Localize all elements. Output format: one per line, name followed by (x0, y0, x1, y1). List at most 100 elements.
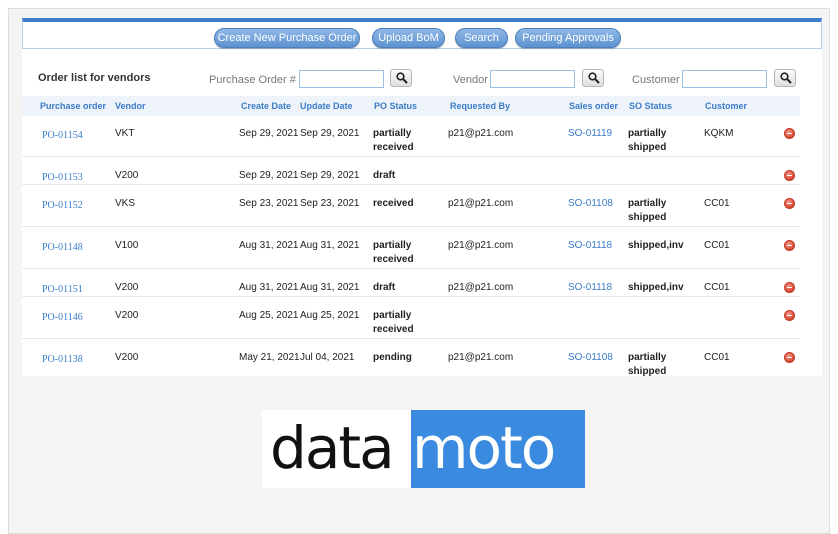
logo-text-data: data (270, 414, 395, 482)
col-po-status[interactable]: PO Status (374, 101, 417, 111)
delete-icon[interactable] (784, 282, 795, 293)
so-link[interactable]: SO-01119 (568, 127, 612, 141)
magnifier-icon (780, 72, 792, 84)
table-row: PO-01153 V200 Sep 29, 2021 Sep 29, 2021 … (22, 157, 800, 185)
po-search-button[interactable] (390, 69, 412, 87)
po-status-cell: draft (373, 282, 396, 293)
po-filter-label: Purchase Order # (209, 74, 296, 86)
po-filter-input[interactable] (299, 70, 384, 88)
requested-by-cell: p21@p21.com (448, 198, 514, 209)
so-link[interactable]: SO-01108 (568, 197, 613, 211)
col-customer[interactable]: Customer (705, 101, 747, 111)
create-date-cell: Aug 31, 2021 (239, 240, 299, 251)
po-link[interactable]: PO-01146 (42, 311, 83, 325)
create-date-cell: May 21, 2021 (239, 352, 300, 363)
customer-cell: CC01 (704, 240, 730, 251)
po-status-cell: partially received (373, 310, 414, 335)
col-create-date[interactable]: Create Date (241, 101, 291, 111)
so-status-cell: partially shipped (628, 128, 667, 153)
create-date-cell: Sep 23, 2021 (239, 198, 299, 209)
update-date-cell: Sep 29, 2021 (300, 170, 360, 181)
update-date-cell: Sep 29, 2021 (300, 128, 360, 139)
update-date-cell: Sep 23, 2021 (300, 198, 360, 209)
vendor-filter-input[interactable] (490, 70, 575, 88)
po-status-cell: partially received (373, 128, 414, 153)
delete-icon[interactable] (784, 310, 795, 321)
logo-text-moto: moto (412, 414, 556, 482)
po-status-cell: pending (373, 352, 412, 363)
po-link[interactable]: PO-01153 (42, 171, 83, 185)
delete-icon[interactable] (784, 198, 795, 209)
datamoto-logo: data moto (262, 410, 585, 488)
table-row: PO-01146 V200 Aug 25, 2021 Aug 25, 2021 … (22, 297, 800, 339)
vendor-cell: V200 (115, 352, 139, 363)
col-so-status[interactable]: SO Status (629, 101, 672, 111)
magnifier-icon (396, 72, 408, 84)
po-link[interactable]: PO-01148 (42, 241, 83, 255)
customer-filter-input[interactable] (682, 70, 767, 88)
magnifier-icon (588, 72, 600, 84)
requested-by-cell: p21@p21.com (448, 352, 514, 363)
so-status-cell: shipped,inv (628, 240, 684, 251)
so-link[interactable]: SO-01108 (568, 351, 613, 365)
requested-by-cell: p21@p21.com (448, 128, 514, 139)
pending-approvals-button[interactable]: Pending Approvals (515, 28, 621, 48)
po-status-cell: received (373, 198, 414, 209)
update-date-cell: Aug 31, 2021 (300, 240, 360, 251)
app-panel: Create New Purchase Order Upload BoM Sea… (22, 18, 822, 376)
delete-icon[interactable] (784, 240, 795, 251)
delete-icon[interactable] (784, 128, 795, 139)
po-link[interactable]: PO-01151 (42, 283, 83, 297)
requested-by-cell: p21@p21.com (448, 282, 514, 293)
vendor-filter-label: Vendor (453, 74, 488, 86)
po-link[interactable]: PO-01138 (42, 353, 83, 367)
so-status-cell: partially shipped (628, 352, 667, 376)
so-link[interactable]: SO-01118 (568, 239, 612, 253)
upload-bom-button[interactable]: Upload BoM (372, 28, 445, 48)
table-row: PO-01148 V100 Aug 31, 2021 Aug 31, 2021 … (22, 227, 800, 269)
vendor-cell: V100 (115, 240, 139, 251)
customer-cell: CC01 (704, 352, 730, 363)
po-status-cell: draft (373, 170, 396, 181)
update-date-cell: Jul 04, 2021 (300, 352, 355, 363)
customer-cell: KQKM (704, 128, 734, 139)
table-row: PO-01138 V200 May 21, 2021 Jul 04, 2021 … (22, 339, 800, 376)
create-po-button[interactable]: Create New Purchase Order (214, 28, 360, 48)
po-link[interactable]: PO-01152 (42, 199, 83, 213)
table-row: PO-01152 VKS Sep 23, 2021 Sep 23, 2021 r… (22, 185, 800, 227)
vendor-cell: VKS (115, 198, 136, 209)
create-date-cell: Sep 29, 2021 (239, 170, 299, 181)
customer-cell: CC01 (704, 198, 730, 209)
toolbar: Create New Purchase Order Upload BoM Sea… (22, 18, 822, 49)
col-vendor[interactable]: Vendor (115, 101, 146, 111)
po-status-cell: partially received (373, 240, 414, 265)
customer-filter-label: Customer (632, 74, 680, 86)
customer-search-button[interactable] (774, 69, 796, 87)
customer-cell: CC01 (704, 282, 730, 293)
so-status-cell: partially shipped (628, 198, 667, 223)
col-purchase-order[interactable]: Purchase order (40, 101, 106, 111)
so-status-cell: shipped,inv (628, 282, 684, 293)
search-button[interactable]: Search (455, 28, 508, 48)
vendor-cell: V200 (115, 282, 139, 293)
requested-by-cell: p21@p21.com (448, 240, 514, 251)
section-title: Order list for vendors (38, 72, 151, 84)
create-date-cell: Aug 31, 2021 (239, 282, 299, 293)
create-date-cell: Aug 25, 2021 (239, 310, 299, 321)
col-update-date[interactable]: Update Date (300, 101, 353, 111)
delete-icon[interactable] (784, 352, 795, 363)
col-requested-by[interactable]: Requested By (450, 101, 510, 111)
update-date-cell: Aug 31, 2021 (300, 282, 360, 293)
po-link[interactable]: PO-01154 (42, 129, 83, 143)
vendor-cell: VKT (115, 128, 135, 139)
vendor-cell: V200 (115, 170, 139, 181)
table-header: Purchase order Vendor Create Date Update… (22, 96, 800, 116)
so-link[interactable]: SO-01118 (568, 281, 612, 295)
update-date-cell: Aug 25, 2021 (300, 310, 360, 321)
delete-icon[interactable] (784, 170, 795, 181)
col-sales-order[interactable]: Sales order (569, 101, 618, 111)
vendor-cell: V200 (115, 310, 139, 321)
create-date-cell: Sep 29, 2021 (239, 128, 299, 139)
table-row: PO-01151 V200 Aug 31, 2021 Aug 31, 2021 … (22, 269, 800, 297)
vendor-search-button[interactable] (582, 69, 604, 87)
